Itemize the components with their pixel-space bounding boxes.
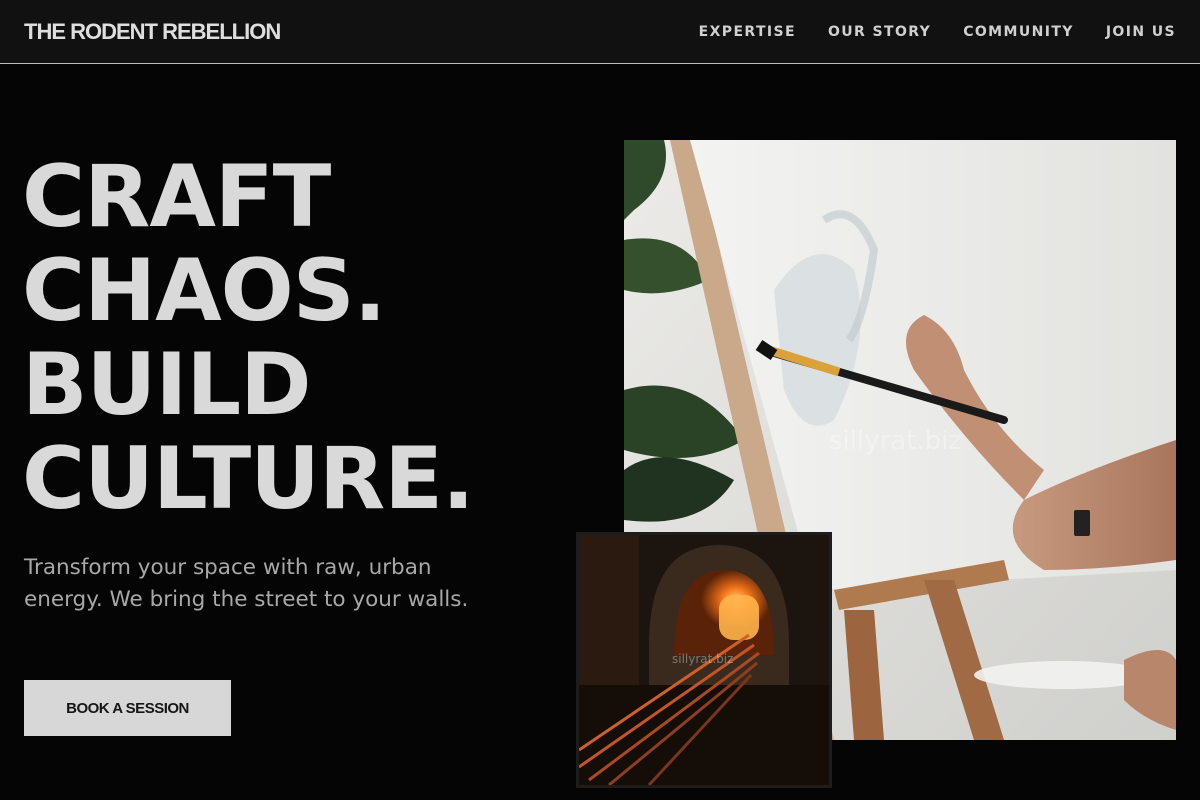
nav-link-community[interactable]: COMMUNITY [963, 24, 1074, 40]
headline-line-2: CHAOS. [22, 241, 386, 341]
brand-logo-text[interactable]: THE RODENT REBELLION [24, 19, 281, 45]
book-session-button[interactable]: BOOK A SESSION [24, 680, 231, 736]
inset-kiln-photo: sillyrat.biz [576, 532, 832, 788]
hero-subtext: Transform your space with raw, urban ene… [24, 555, 469, 612]
top-navigation-bar: THE RODENT REBELLION EXPERTISE OUR STORY… [0, 0, 1200, 64]
nav-link-expertise[interactable]: EXPERTISE [699, 24, 796, 40]
kiln-photo-illustration [579, 535, 829, 785]
headline-line-3: BUILD [22, 335, 312, 435]
headline-line-4: CULTURE. [22, 429, 475, 529]
headline-line-1: CRAFT [22, 147, 331, 247]
nav-link-join-us[interactable]: JOIN US [1106, 24, 1176, 40]
main-nav: EXPERTISE OUR STORY COMMUNITY JOIN US [699, 24, 1176, 40]
hero-headline: CRAFT CHAOS. BUILD CULTURE. [22, 147, 475, 529]
nav-link-our-story[interactable]: OUR STORY [828, 24, 931, 40]
